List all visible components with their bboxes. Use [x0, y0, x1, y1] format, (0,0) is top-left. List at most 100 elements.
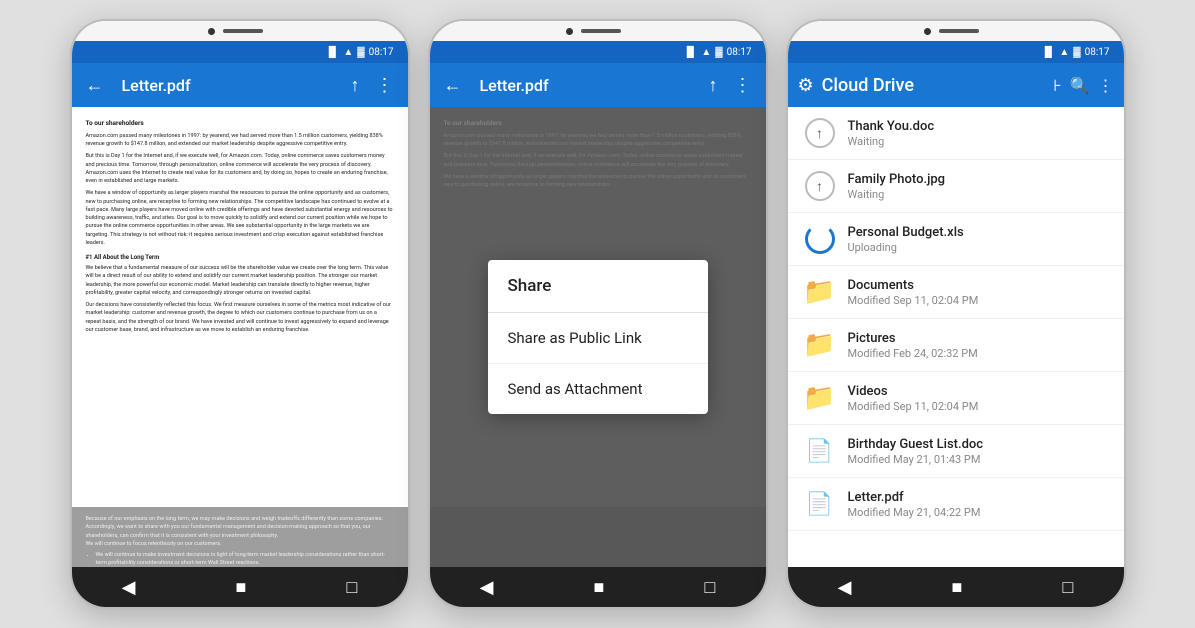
- upload-waiting-icon: ↑: [805, 118, 835, 148]
- grid-view-icon[interactable]: ⊦: [1053, 76, 1061, 95]
- folder-icon-documents: 📁: [802, 274, 838, 310]
- search-icon[interactable]: 🔍: [1070, 76, 1090, 95]
- file-item-birthday[interactable]: 📄 Birthday Guest List.doc Modified May 2…: [788, 425, 1124, 478]
- doc-icon-birthday: 📄: [802, 433, 838, 469]
- file-info-pictures: Pictures Modified Feb 24, 02:32 PM: [848, 331, 1110, 360]
- camera-dot-2: [566, 28, 573, 35]
- status-icons-3: ▐▌ ▲ ▓ 08:17: [1041, 47, 1109, 58]
- file-name-family-photo: Family Photo.jpg: [848, 172, 1110, 187]
- pdf-bottom-text: Because of our emphasis on the long term…: [86, 515, 394, 567]
- bottom-nav-2: ◀ ■ □: [430, 567, 766, 607]
- uploading-spinner-icon: [805, 224, 835, 254]
- cloud-drive-title: Cloud Drive: [822, 75, 1046, 96]
- back-button-2[interactable]: ←: [440, 71, 466, 100]
- camera-dot-3: [924, 28, 931, 35]
- nav-back-btn-2[interactable]: ◀: [480, 577, 494, 598]
- nav-home-btn-3[interactable]: ■: [952, 577, 963, 598]
- more-icon[interactable]: ⋮: [372, 71, 398, 100]
- phone-notch-3: [788, 21, 1124, 41]
- pdf-page-bottom: Because of our emphasis on the long term…: [72, 507, 408, 567]
- battery-icon-3: ▓: [1073, 47, 1080, 58]
- file-list: ↑ Thank You.doc Waiting ↑ Family Photo.j…: [788, 107, 1124, 567]
- more-icon-2[interactable]: ⋮: [730, 71, 756, 100]
- share-modal: Share Share as Public Link Send as Attac…: [488, 260, 708, 414]
- nav-back-btn[interactable]: ◀: [122, 577, 136, 598]
- phone-pdf-share: ▐▌ ▲ ▓ 08:17 ← Letter.pdf ↑ ⋮ To our sha…: [428, 19, 768, 609]
- pdf-text-body: To our shareholders Amazon.com passed ma…: [86, 119, 394, 334]
- share-icon[interactable]: ↑: [347, 71, 364, 100]
- status-bar-3: ▐▌ ▲ ▓ 08:17: [788, 41, 1124, 63]
- upload-icon-thank-you: ↑: [802, 115, 838, 151]
- nav-recent-btn[interactable]: □: [347, 577, 358, 598]
- file-meta-birthday: Modified May 21, 01:43 PM: [848, 453, 1110, 466]
- pdf-para1: Amazon.com passed many milestones in 199…: [86, 132, 394, 149]
- status-icons-2: ▐▌ ▲ ▓ 08:17: [683, 47, 751, 58]
- nav-recent-btn-2[interactable]: □: [705, 577, 716, 598]
- folder-icon-symbol-2: 📁: [803, 330, 835, 360]
- time-display-2: 08:17: [727, 47, 752, 58]
- nav-home-btn[interactable]: ■: [236, 577, 247, 598]
- file-info-videos: Videos Modified Sep 11, 02:04 PM: [848, 384, 1110, 413]
- nav-home-btn-2[interactable]: ■: [594, 577, 605, 598]
- signal-icon: ▐▌: [325, 47, 339, 58]
- pdf-para2: But this is Day 1 for the Internet and, …: [86, 152, 394, 185]
- wifi-icon-2: ▲: [701, 47, 711, 58]
- file-item-family-photo[interactable]: ↑ Family Photo.jpg Waiting: [788, 160, 1124, 213]
- phone-notch: [72, 21, 408, 41]
- file-name-pictures: Pictures: [848, 331, 1110, 346]
- share-public-link-option[interactable]: Share as Public Link: [488, 313, 708, 364]
- file-item-personal-budget[interactable]: Personal Budget.xls Uploading: [788, 213, 1124, 266]
- pdf-bottom-para2: We will continue to focus relentlessly o…: [86, 540, 394, 548]
- cloud-toolbar-icons: ⊦ 🔍 ⋮: [1053, 76, 1113, 95]
- file-meta-pictures: Modified Feb 24, 02:32 PM: [848, 347, 1110, 360]
- folder-icon-symbol: 📁: [803, 277, 835, 307]
- settings-icon[interactable]: ⚙: [798, 75, 814, 96]
- doc-icon-symbol: 📄: [806, 439, 833, 464]
- folder-icon-pictures: 📁: [802, 327, 838, 363]
- upload-icon-budget: [802, 221, 838, 257]
- file-item-pictures[interactable]: 📁 Pictures Modified Feb 24, 02:32 PM: [788, 319, 1124, 372]
- share-icon-2[interactable]: ↑: [705, 71, 722, 100]
- speaker: [223, 29, 263, 33]
- file-item-letter[interactable]: 📄 Letter.pdf Modified May 21, 04:22 PM: [788, 478, 1124, 531]
- file-info-documents: Documents Modified Sep 11, 02:04 PM: [848, 278, 1110, 307]
- file-info-budget: Personal Budget.xls Uploading: [848, 225, 1110, 254]
- file-meta-letter: Modified May 21, 04:22 PM: [848, 506, 1110, 519]
- pdf-heading1: To our shareholders: [86, 119, 394, 129]
- pdf-para3: We have a window of opportunity as large…: [86, 189, 394, 247]
- phone-notch-2: [430, 21, 766, 41]
- file-meta-thank-you: Waiting: [848, 135, 1110, 148]
- file-name-videos: Videos: [848, 384, 1110, 399]
- pdf-para4: We believe that a fundamental measure of…: [86, 264, 394, 297]
- pdf-page: To our shareholders Amazon.com passed ma…: [72, 107, 408, 507]
- pdf-heading2: #1 All About the Long Term: [86, 253, 394, 262]
- phone-cloud-drive: ▐▌ ▲ ▓ 08:17 ⚙ Cloud Drive ⊦ 🔍 ⋮ ↑ Th: [786, 19, 1126, 609]
- speaker-2: [581, 29, 621, 33]
- modal-title: Share: [488, 260, 708, 313]
- file-item-documents[interactable]: 📁 Documents Modified Sep 11, 02:04 PM: [788, 266, 1124, 319]
- file-item-thank-you[interactable]: ↑ Thank You.doc Waiting: [788, 107, 1124, 160]
- cloud-more-icon[interactable]: ⋮: [1098, 76, 1114, 95]
- pdf-title-2: Letter.pdf: [480, 76, 697, 95]
- file-info-thank-you: Thank You.doc Waiting: [848, 119, 1110, 148]
- send-attachment-option[interactable]: Send as Attachment: [488, 364, 708, 414]
- battery-icon-2: ▓: [715, 47, 722, 58]
- file-item-videos[interactable]: 📁 Videos Modified Sep 11, 02:04 PM: [788, 372, 1124, 425]
- camera-dot: [208, 28, 215, 35]
- share-modal-overlay: Share Share as Public Link Send as Attac…: [430, 107, 766, 567]
- file-info-birthday: Birthday Guest List.doc Modified May 21,…: [848, 437, 1110, 466]
- pdf-toolbar: ← Letter.pdf ↑ ⋮: [72, 63, 408, 107]
- wifi-icon: ▲: [343, 47, 353, 58]
- file-meta-family-photo: Waiting: [848, 188, 1110, 201]
- cloud-drive-toolbar: ⚙ Cloud Drive ⊦ 🔍 ⋮: [788, 63, 1124, 107]
- file-meta-budget: Uploading: [848, 241, 1110, 254]
- upload-waiting-icon-2: ↑: [805, 171, 835, 201]
- nav-back-btn-3[interactable]: ◀: [838, 577, 852, 598]
- speaker-3: [939, 29, 979, 33]
- folder-icon-symbol-3: 📁: [803, 383, 835, 413]
- back-button[interactable]: ←: [82, 71, 108, 100]
- nav-recent-btn-3[interactable]: □: [1063, 577, 1074, 598]
- status-icons: ▐▌ ▲ ▓ 08:17: [325, 47, 393, 58]
- upload-icon-family-photo: ↑: [802, 168, 838, 204]
- status-bar: ▐▌ ▲ ▓ 08:17: [72, 41, 408, 63]
